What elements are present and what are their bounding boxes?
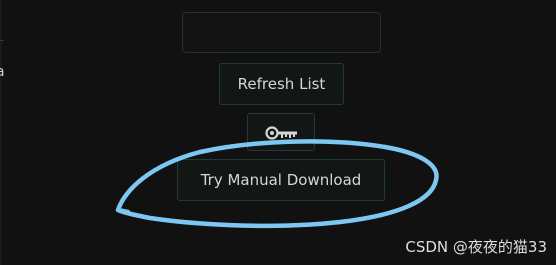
left-panel-divider — [0, 40, 4, 41]
left-panel-partial-text: a — [0, 64, 5, 80]
try-manual-download-button[interactable]: Try Manual Download — [177, 159, 385, 201]
page: a Refresh List Try Manual Download CSDN … — [0, 0, 556, 265]
key-button[interactable] — [247, 113, 315, 151]
text-input[interactable] — [182, 12, 381, 53]
refresh-list-button[interactable]: Refresh List — [219, 63, 344, 105]
watermark: CSDN @夜夜的猫33 — [405, 238, 547, 256]
key-icon — [265, 126, 297, 140]
